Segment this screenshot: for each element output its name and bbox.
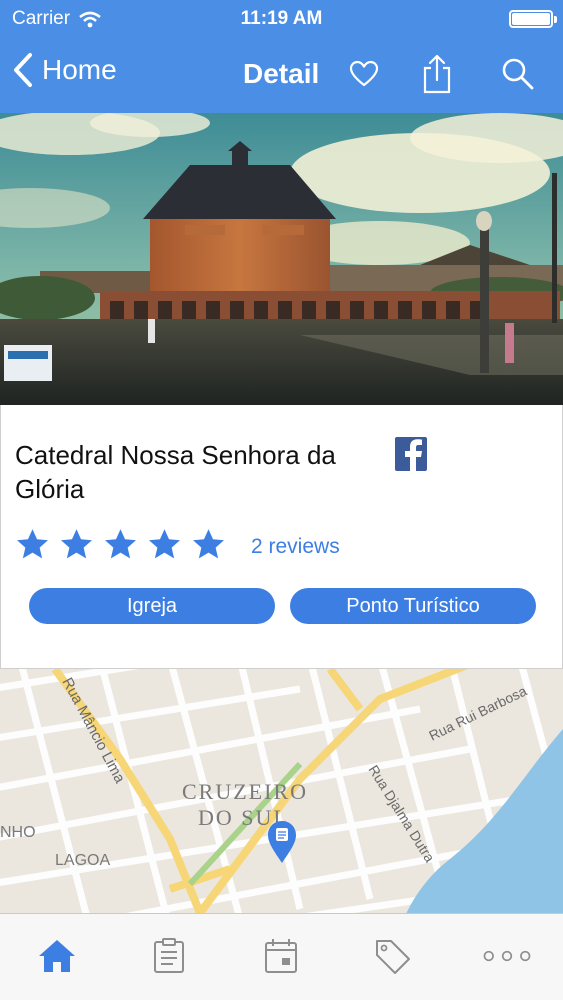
tag-ponto-turistico-button[interactable]: Ponto Turístico xyxy=(290,588,536,624)
chevron-left-icon xyxy=(14,53,32,87)
battery-icon xyxy=(509,10,557,28)
top-bar: Carrier 11:19 AM Home Detail xyxy=(0,0,563,113)
rating-stars xyxy=(15,527,226,562)
district-label-lagoa: LAGOA xyxy=(55,852,110,869)
clipboard-icon xyxy=(154,938,184,973)
share-icon[interactable] xyxy=(417,52,457,96)
page-title: Detail xyxy=(243,58,320,89)
star-icon xyxy=(17,529,48,559)
tab-calendar[interactable] xyxy=(257,932,305,980)
star-icon xyxy=(193,529,224,559)
city-label-line1: CRUZEIRO xyxy=(182,779,308,804)
home-icon xyxy=(39,940,75,972)
more-icon xyxy=(483,950,531,962)
place-photo[interactable] xyxy=(0,113,563,405)
status-bar: Carrier 11:19 AM xyxy=(0,0,563,38)
tab-more[interactable] xyxy=(483,932,531,980)
place-info-card: Catedral Nossa Senhora da Glória 2 revie… xyxy=(0,405,563,669)
clock: 11:19 AM xyxy=(240,8,323,29)
tags-icon xyxy=(376,940,410,974)
heart-icon[interactable] xyxy=(344,52,384,96)
location-map[interactable]: Rua Mâncio Lima Rua Rui Barbosa Rua Djal… xyxy=(0,669,563,913)
map-canvas: Rua Mâncio Lima Rua Rui Barbosa Rua Djal… xyxy=(0,669,563,913)
place-name: Catedral Nossa Senhora da Glória xyxy=(15,440,336,504)
back-label: Home xyxy=(42,54,117,85)
search-icon[interactable] xyxy=(498,52,538,96)
tag-igreja-button[interactable]: Igreja xyxy=(29,588,275,624)
reviews-link[interactable]: 2 reviews xyxy=(251,535,340,559)
navigation-bar: Home Detail xyxy=(0,38,563,113)
cathedral-photo xyxy=(0,113,563,405)
tab-list[interactable] xyxy=(145,932,193,980)
calendar-icon xyxy=(265,939,297,973)
tab-home[interactable] xyxy=(33,932,81,980)
star-icon xyxy=(61,529,92,559)
tab-bar xyxy=(0,913,563,1000)
facebook-icon[interactable] xyxy=(395,437,427,471)
star-icon xyxy=(149,529,180,559)
back-button[interactable]: Home xyxy=(12,52,117,88)
star-icon xyxy=(105,529,136,559)
district-label-nho: NHO xyxy=(0,824,36,841)
tab-tags[interactable] xyxy=(369,932,417,980)
